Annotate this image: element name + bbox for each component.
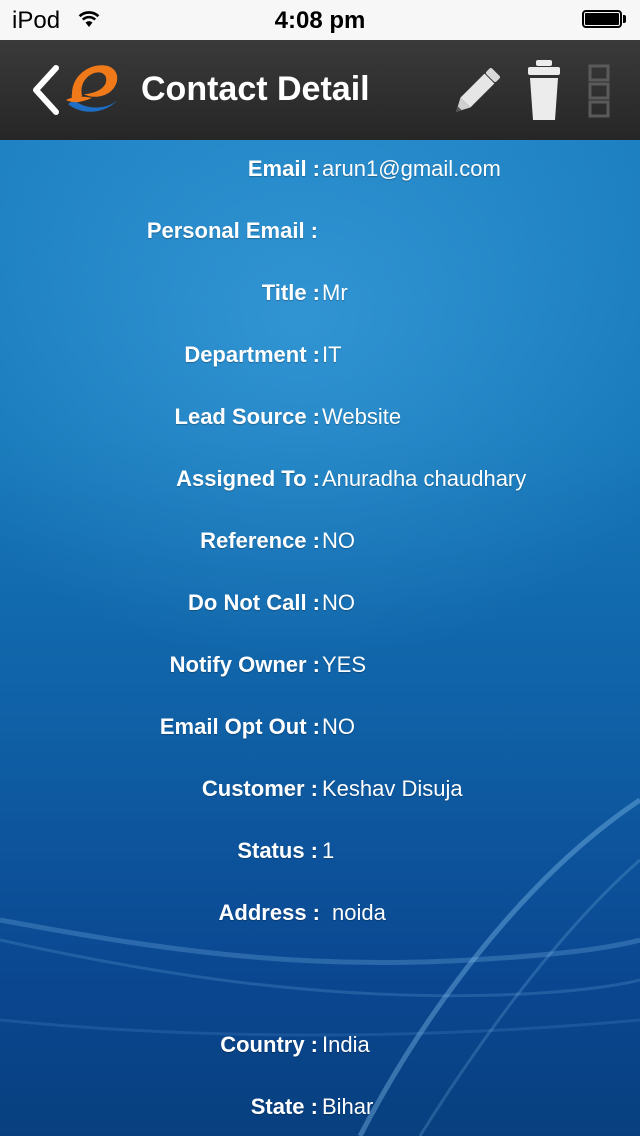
field-label: Lead Source : bbox=[174, 404, 320, 429]
field-value: Anuradha chaudhary bbox=[322, 466, 527, 491]
field-title: Title : Mr bbox=[0, 280, 640, 320]
field-label: Email : bbox=[247, 156, 320, 181]
field-label: Country : bbox=[220, 1032, 318, 1057]
field-label: Department : bbox=[184, 342, 320, 367]
field-state: State : Bihar bbox=[0, 1094, 640, 1134]
field-label: Address : bbox=[218, 900, 320, 925]
field-label: Email Opt Out : bbox=[159, 714, 320, 739]
field-value: NO bbox=[322, 528, 355, 553]
battery-icon bbox=[582, 10, 626, 30]
field-value: NO bbox=[322, 590, 355, 615]
field-value: IT bbox=[322, 342, 342, 367]
contact-detail-panel[interactable]: Email : arun1@gmail.com Personal Email :… bbox=[0, 140, 640, 1136]
field-label: Notify Owner : bbox=[169, 652, 320, 677]
field-label: Customer : bbox=[201, 776, 318, 801]
nav-bar: Contact Detail bbox=[0, 40, 640, 140]
more-menu-icon[interactable] bbox=[588, 64, 610, 118]
field-department: Department : IT bbox=[0, 342, 640, 382]
field-value: Keshav Disuja bbox=[322, 776, 463, 801]
field-value: Website bbox=[322, 404, 402, 429]
field-value: 1 bbox=[322, 838, 335, 863]
field-value: YES bbox=[322, 652, 367, 677]
field-label: Title : bbox=[261, 280, 320, 305]
field-reference: Reference : NO bbox=[0, 528, 640, 568]
field-label: Assigned To : bbox=[176, 466, 320, 491]
status-bar: iPod 4:08 pm bbox=[0, 0, 640, 40]
page-title: Contact Detail bbox=[141, 70, 370, 108]
field-customer: Customer : Keshav Disuja bbox=[0, 776, 640, 816]
edit-button[interactable] bbox=[446, 62, 506, 122]
field-notify-owner: Notify Owner : YES bbox=[0, 652, 640, 692]
app-logo bbox=[66, 65, 118, 112]
field-label: Do Not Call : bbox=[188, 590, 320, 615]
field-value: India bbox=[322, 1032, 370, 1057]
field-lead-source: Lead Source : Website bbox=[0, 404, 640, 444]
field-country: Country : India bbox=[0, 1032, 640, 1072]
delete-button[interactable] bbox=[524, 58, 564, 122]
clock: 4:08 pm bbox=[274, 7, 366, 34]
field-label: Status : bbox=[237, 838, 318, 863]
back-button[interactable] bbox=[26, 62, 66, 118]
field-status: Status : 1 bbox=[0, 838, 640, 878]
field-value: NO bbox=[322, 714, 355, 739]
field-email: Email : arun1@gmail.com bbox=[0, 156, 640, 196]
field-personal-email: Personal Email : bbox=[0, 218, 640, 258]
field-value: Bihar bbox=[322, 1094, 374, 1119]
field-value[interactable]: arun1@gmail.com bbox=[322, 156, 501, 182]
field-value: noida bbox=[332, 900, 386, 925]
field-label: State : bbox=[250, 1094, 318, 1119]
field-email-opt-out: Email Opt Out : NO bbox=[0, 714, 640, 754]
field-label: Personal Email : bbox=[146, 218, 318, 243]
field-assigned-to: Assigned To : Anuradha chaudhary bbox=[0, 466, 640, 506]
field-label: Reference : bbox=[200, 528, 320, 553]
field-address: Address : noida bbox=[0, 900, 640, 940]
field-value: Mr bbox=[322, 280, 348, 305]
field-do-not-call: Do Not Call : NO bbox=[0, 590, 640, 630]
